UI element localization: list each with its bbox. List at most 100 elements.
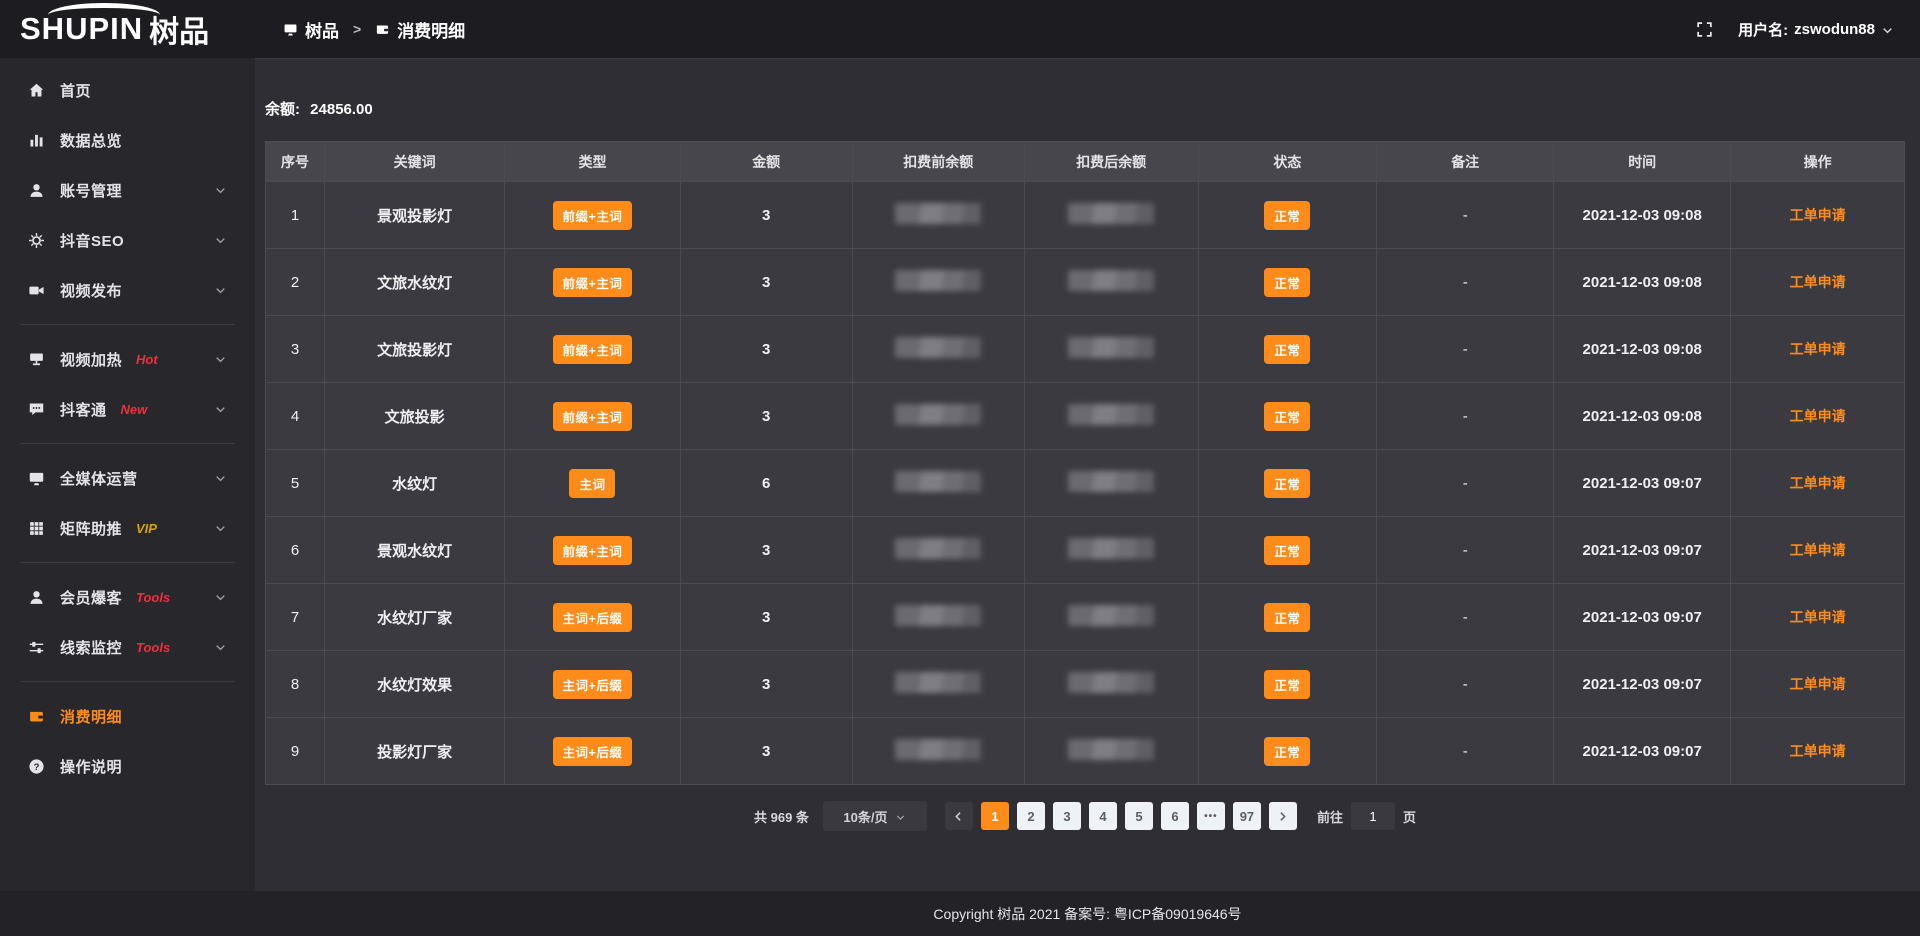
sidebar-item-matrix-boost[interactable]: 矩阵助推 VIP xyxy=(0,503,255,553)
page-button-group: 123456 ••• 97 xyxy=(981,802,1261,830)
cell-status: 正常 xyxy=(1198,316,1377,383)
sidebar-item-media-operation[interactable]: 全媒体运营 xyxy=(0,453,255,503)
cell-remark: - xyxy=(1377,584,1554,651)
main-content: 余额: 24856.00 序号关键词类型金额扣费前余额扣费后余额状态备注时间操作… xyxy=(255,58,1920,891)
status-badge: 正常 xyxy=(1264,469,1310,498)
balance-value: 24856.00 xyxy=(310,101,373,118)
sidebar-item-account[interactable]: 账号管理 xyxy=(0,165,255,215)
balance-summary: 余额: 24856.00 xyxy=(265,98,1905,119)
page-button-6[interactable]: 6 xyxy=(1161,802,1189,830)
cell-type: 前缀+主词 xyxy=(505,249,680,316)
masked-value xyxy=(1068,672,1154,693)
sidebar-item-label: 线索监控 xyxy=(60,637,122,658)
more-pages-button[interactable]: ••• xyxy=(1197,802,1225,830)
page-button-2[interactable]: 2 xyxy=(1017,802,1045,830)
next-page-button[interactable] xyxy=(1269,802,1297,830)
table-row: 3 文旅投影灯 前缀+主词 3 正常 - 2021-12-03 09:08 工单… xyxy=(266,316,1905,383)
cell-keyword: 文旅投影灯 xyxy=(325,316,505,383)
sidebar-item-douketong[interactable]: 抖客通 New xyxy=(0,384,255,434)
prev-page-button[interactable] xyxy=(945,802,973,830)
cell-type: 主词+后缀 xyxy=(505,651,680,718)
sidebar-item-clue-monitor[interactable]: 线索监控 Tools xyxy=(0,622,255,672)
work-order-link[interactable]: 工单申请 xyxy=(1790,207,1846,223)
sidebar-item-badge: VIP xyxy=(136,521,157,536)
goto-page-input[interactable] xyxy=(1351,802,1395,830)
page-size-select[interactable]: 10条/页 xyxy=(823,801,927,831)
app-logo[interactable]: SHUPIN 树品 xyxy=(0,0,255,58)
promo-icon xyxy=(28,351,45,368)
cell-status: 正常 xyxy=(1198,584,1377,651)
sidebar-item-video-heat[interactable]: 视频加热 Hot xyxy=(0,334,255,384)
cell-action: 工单申请 xyxy=(1731,450,1905,517)
pagination-total: 共 969 条 xyxy=(754,807,809,826)
sidebar-item-data-overview[interactable]: 数据总览 xyxy=(0,115,255,165)
sidebar-item-label: 矩阵助推 xyxy=(60,518,122,539)
sidebar-item-badge: Tools xyxy=(136,640,170,655)
table-row: 1 景观投影灯 前缀+主词 3 正常 - 2021-12-03 09:08 工单… xyxy=(266,182,1905,249)
page-button-5[interactable]: 5 xyxy=(1125,802,1153,830)
wallet-icon xyxy=(28,708,45,725)
cell-time: 2021-12-03 09:08 xyxy=(1554,316,1731,383)
work-order-link[interactable]: 工单申请 xyxy=(1790,676,1846,692)
cell-balance-before xyxy=(852,383,1024,450)
sidebar-divider xyxy=(20,443,235,444)
monitor-icon xyxy=(28,470,45,487)
page-size-value: 10条/页 xyxy=(843,807,887,826)
sidebar-divider xyxy=(20,562,235,563)
sidebar-divider xyxy=(20,324,235,325)
cell-balance-after xyxy=(1024,718,1198,785)
breadcrumb-current-label: 消费明细 xyxy=(397,17,465,42)
cell-keyword: 水纹灯厂家 xyxy=(325,584,505,651)
cell-time: 2021-12-03 09:07 xyxy=(1554,584,1731,651)
cell-keyword: 景观水纹灯 xyxy=(325,517,505,584)
page-button-4[interactable]: 4 xyxy=(1089,802,1117,830)
work-order-link[interactable]: 工单申请 xyxy=(1790,341,1846,357)
status-badge: 正常 xyxy=(1264,402,1310,431)
sidebar-item-consume-detail[interactable]: 消费明细 xyxy=(0,691,255,741)
cell-balance-before xyxy=(852,651,1024,718)
column-header: 扣费前余额 xyxy=(852,142,1024,182)
status-badge: 正常 xyxy=(1264,670,1310,699)
work-order-link[interactable]: 工单申请 xyxy=(1790,609,1846,625)
cell-amount: 3 xyxy=(680,182,852,249)
cell-action: 工单申请 xyxy=(1731,383,1905,450)
user-label: 用户名: xyxy=(1738,19,1788,40)
fullscreen-icon[interactable] xyxy=(1695,20,1714,39)
work-order-link[interactable]: 工单申请 xyxy=(1790,408,1846,424)
table-row: 7 水纹灯厂家 主词+后缀 3 正常 - 2021-12-03 09:07 工单… xyxy=(266,584,1905,651)
sidebar-item-douyin-seo[interactable]: 抖音SEO xyxy=(0,215,255,265)
cell-status: 正常 xyxy=(1198,517,1377,584)
work-order-link[interactable]: 工单申请 xyxy=(1790,475,1846,491)
sidebar-item-badge: Hot xyxy=(136,352,158,367)
cell-index: 6 xyxy=(266,517,325,584)
cell-keyword: 水纹灯 xyxy=(325,450,505,517)
sidebar-item-video-publish[interactable]: 视频发布 xyxy=(0,265,255,315)
chevron-down-icon xyxy=(214,234,227,247)
breadcrumb-root[interactable]: 树品 xyxy=(283,17,339,42)
sidebar-item-badge: Tools xyxy=(136,590,170,605)
sidebar-item-member-baoke[interactable]: 会员爆客 Tools xyxy=(0,572,255,622)
sidebar-item-help[interactable]: 操作说明 xyxy=(0,741,255,791)
sidebar-item-label: 抖音SEO xyxy=(60,230,124,251)
cell-remark: - xyxy=(1377,316,1554,383)
sidebar-item-home[interactable]: 首页 xyxy=(0,65,255,115)
sidebar-item-label: 全媒体运营 xyxy=(60,468,138,489)
work-order-link[interactable]: 工单申请 xyxy=(1790,542,1846,558)
cell-index: 1 xyxy=(266,182,325,249)
status-badge: 正常 xyxy=(1264,201,1310,230)
cell-balance-after xyxy=(1024,651,1198,718)
page-button-97[interactable]: 97 xyxy=(1233,802,1261,830)
masked-value xyxy=(1068,270,1154,291)
cell-balance-before xyxy=(852,517,1024,584)
work-order-link[interactable]: 工单申请 xyxy=(1790,743,1846,759)
page-button-1[interactable]: 1 xyxy=(981,802,1009,830)
cell-status: 正常 xyxy=(1198,651,1377,718)
page-button-3[interactable]: 3 xyxy=(1053,802,1081,830)
cell-action: 工单申请 xyxy=(1731,316,1905,383)
wallet-icon xyxy=(375,22,390,37)
cell-index: 4 xyxy=(266,383,325,450)
work-order-link[interactable]: 工单申请 xyxy=(1790,274,1846,290)
cell-index: 8 xyxy=(266,651,325,718)
chevron-down-icon xyxy=(214,641,227,654)
user-dropdown[interactable]: 用户名: zswodun88 xyxy=(1738,19,1894,40)
